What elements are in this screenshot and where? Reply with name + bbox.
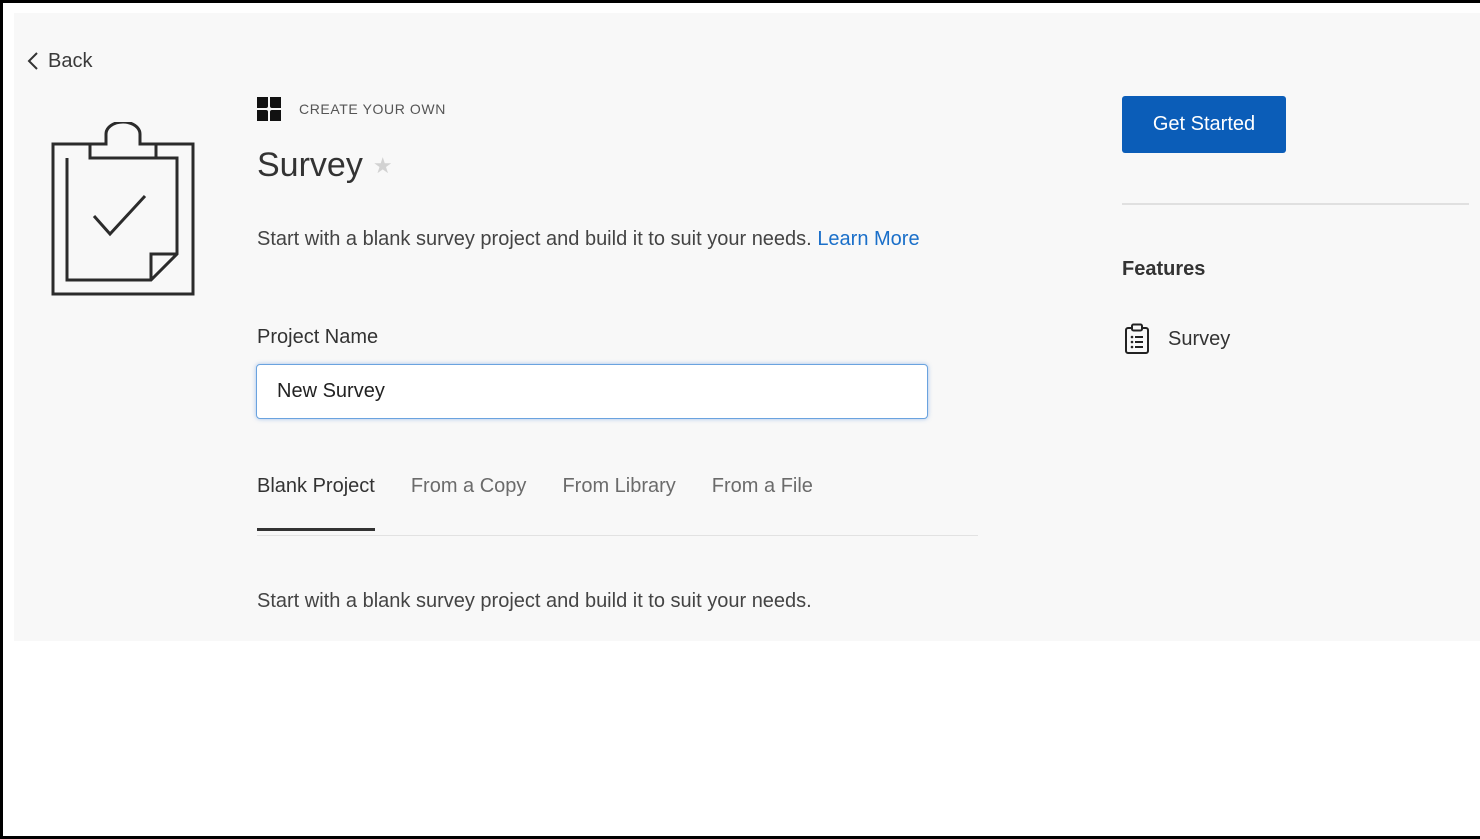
tab-blank-project[interactable]: Blank Project bbox=[257, 470, 375, 531]
tab-from-a-copy[interactable]: From a Copy bbox=[411, 470, 527, 530]
grid-blocks-icon bbox=[257, 97, 281, 121]
back-button[interactable]: Back bbox=[26, 47, 92, 75]
clipboard-list-icon bbox=[1125, 323, 1149, 354]
page-title: Survey bbox=[257, 146, 363, 184]
get-started-button[interactable]: Get Started bbox=[1122, 96, 1286, 153]
tab-from-library[interactable]: From Library bbox=[562, 470, 675, 530]
tab-description: Start with a blank survey project and bu… bbox=[257, 590, 812, 612]
sidebar-divider bbox=[1122, 203, 1469, 205]
project-description: Start with a blank survey project and bu… bbox=[257, 224, 957, 255]
chevron-left-icon bbox=[27, 52, 38, 70]
project-type-kicker: CREATE YOUR OWN bbox=[257, 96, 446, 122]
feature-label: Survey bbox=[1168, 327, 1231, 350]
project-name-label: Project Name bbox=[257, 326, 379, 348]
learn-more-link[interactable]: Learn More bbox=[817, 228, 919, 250]
description-text: Start with a blank survey project and bu… bbox=[257, 228, 812, 250]
feature-item-survey: Survey bbox=[1124, 322, 1230, 356]
project-name-input[interactable] bbox=[256, 364, 928, 419]
features-heading: Features bbox=[1122, 258, 1206, 280]
tab-from-a-file[interactable]: From a File bbox=[712, 470, 813, 530]
survey-clipboard-icon bbox=[51, 122, 195, 296]
back-label: Back bbox=[48, 49, 93, 72]
source-tabs: Blank Project From a Copy From Library F… bbox=[257, 470, 978, 536]
kicker-text: CREATE YOUR OWN bbox=[299, 101, 446, 117]
star-icon[interactable]: ★ bbox=[373, 153, 393, 179]
title-row: Survey ★ bbox=[257, 146, 393, 185]
